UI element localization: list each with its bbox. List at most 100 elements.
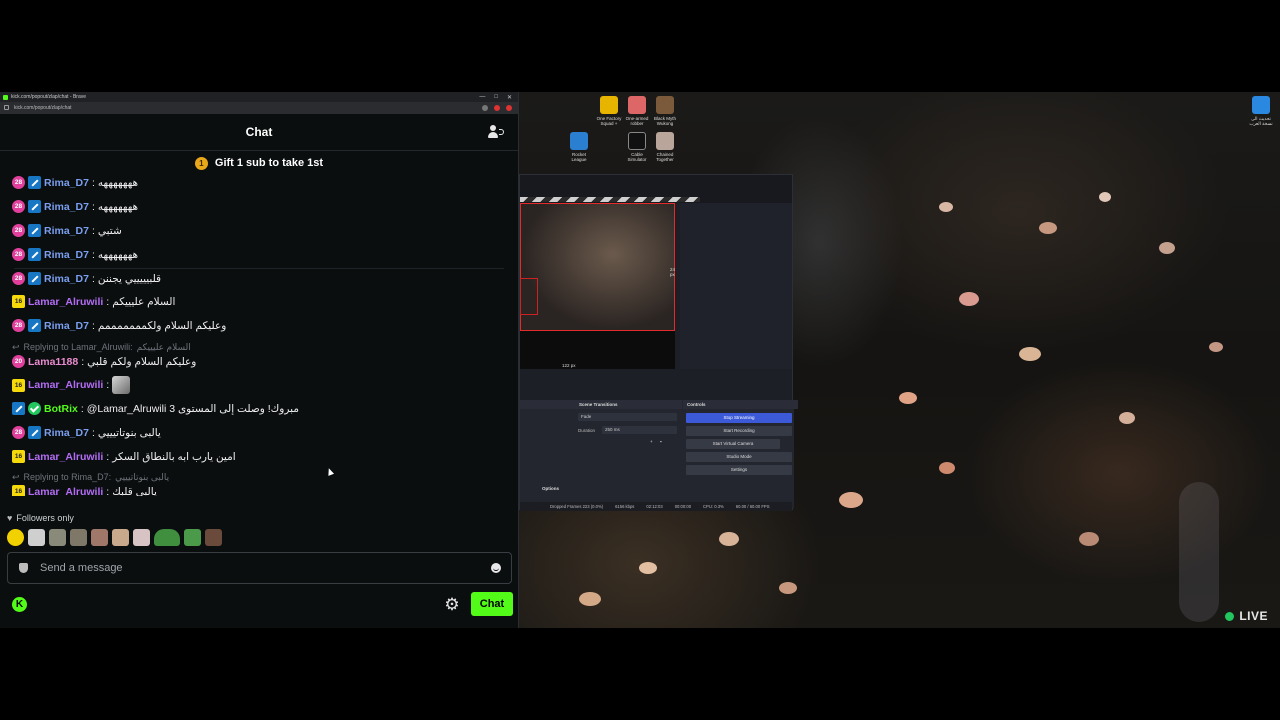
username[interactable]: Lamar_Alruwili bbox=[28, 296, 103, 308]
emote-icon[interactable] bbox=[205, 529, 222, 546]
reply-context[interactable]: ↩ Replying to Rima_D7: يالبى بنوتاتيييي bbox=[12, 472, 169, 483]
flower-decoration bbox=[1119, 412, 1135, 424]
emote-icon[interactable] bbox=[112, 529, 129, 546]
desktop-shortcut[interactable]: Rocket League bbox=[564, 132, 594, 162]
subscriber-badge-icon: 16 bbox=[12, 378, 25, 392]
stream-time: 02:12:03 bbox=[646, 504, 663, 509]
message-text: السلام عليييكم bbox=[112, 295, 176, 308]
emote-icon[interactable] bbox=[28, 529, 45, 546]
send-chat-button[interactable]: Chat bbox=[471, 592, 513, 616]
kick-logo-icon[interactable]: K bbox=[12, 597, 27, 612]
live-dot-icon bbox=[1225, 611, 1235, 621]
game-icon bbox=[656, 132, 674, 150]
maximize-button[interactable]: □ bbox=[494, 94, 498, 101]
reply-context[interactable]: ↩ Replying to Lamar_Alruwili: السلام علي… bbox=[12, 342, 191, 353]
gear-icon[interactable]: ⚙ bbox=[444, 596, 460, 613]
moderator-badge-icon bbox=[28, 200, 41, 213]
desktop-shortcut[interactable]: One Factory Squad + bbox=[594, 96, 624, 126]
message-input-box[interactable] bbox=[7, 552, 512, 584]
flower-decoration bbox=[1159, 242, 1175, 254]
chat-message-list[interactable]: 28 Rima_D7: هههههههه 28 Rima_D7: ههههههه… bbox=[0, 170, 514, 496]
separator: : bbox=[91, 272, 95, 285]
username[interactable]: Lama1188 bbox=[28, 356, 78, 368]
brave-shield-icon[interactable] bbox=[494, 105, 500, 111]
chat-message: 16 Lamar_Alruwili: يالبى قلبك bbox=[12, 485, 157, 496]
username[interactable]: Lamar_Alruwili bbox=[28, 486, 103, 497]
subscriber-badge-icon: 28 bbox=[12, 248, 25, 261]
emote-icon[interactable] bbox=[49, 529, 66, 546]
close-window-button[interactable]: ✕ bbox=[507, 94, 512, 101]
sources-header bbox=[520, 400, 576, 409]
separator: : bbox=[81, 355, 85, 368]
start-virtual-camera-button[interactable]: Start Virtual Camera bbox=[686, 439, 780, 449]
chat-message: 16 Lamar_Alruwili: bbox=[12, 376, 131, 394]
brave-rewards-icon[interactable] bbox=[506, 105, 512, 111]
minimize-button[interactable]: — bbox=[479, 94, 485, 101]
desktop-shortcut[interactable]: Black Myth Wukong bbox=[650, 96, 680, 126]
source-bounding-box bbox=[520, 278, 538, 315]
emote-icon[interactable] bbox=[133, 529, 150, 546]
options-button[interactable]: Options bbox=[542, 486, 559, 491]
username[interactable]: Rima_D7 bbox=[44, 201, 89, 213]
username[interactable]: Lamar_Alruwili bbox=[28, 451, 103, 463]
shortcut-label: Cable Simulator bbox=[627, 152, 647, 162]
add-transition-button[interactable]: + bbox=[650, 439, 653, 444]
emote-icon[interactable] bbox=[184, 529, 201, 546]
moderator-badge-icon bbox=[28, 224, 41, 237]
emote-icon[interactable] bbox=[70, 529, 87, 546]
chat-message: BotRix: @Lamar_Alruwili مبروك! وصلت إلى … bbox=[12, 402, 299, 415]
address-bar[interactable]: kick.com/popout/zlap/chat bbox=[0, 102, 518, 114]
duration-input[interactable]: 250 ms bbox=[602, 426, 677, 434]
username[interactable]: Rima_D7 bbox=[44, 249, 89, 261]
settings-button[interactable]: Settings bbox=[686, 465, 792, 475]
stop-streaming-button[interactable]: Stop Streaming bbox=[686, 413, 792, 423]
desktop-shortcut[interactable]: Chained Together bbox=[650, 132, 680, 162]
transition-select[interactable]: Fade bbox=[578, 413, 677, 421]
zoom-icon[interactable] bbox=[482, 105, 488, 111]
subscriber-badge-icon: 28 bbox=[12, 426, 25, 439]
username[interactable]: Rima_D7 bbox=[44, 320, 89, 332]
trash-icon[interactable]: ▪ bbox=[660, 439, 662, 444]
kick-favicon-icon bbox=[3, 94, 8, 100]
emote-icon[interactable] bbox=[91, 529, 108, 546]
window-titlebar: kick.com/popout/zlap/chat - Brave — □ ✕ bbox=[0, 92, 518, 102]
studio-mode-button[interactable]: Studio Mode bbox=[686, 452, 792, 462]
username[interactable]: Rima_D7 bbox=[44, 225, 89, 237]
username[interactable]: BotRix bbox=[44, 403, 78, 415]
bitrate: 6156 kbps bbox=[615, 504, 635, 509]
chat-message: 16 Lamar_Alruwili: امين يارب ابه بالنطاق… bbox=[12, 450, 236, 463]
flower-decoration bbox=[719, 532, 739, 546]
moderator-badge-icon bbox=[12, 402, 25, 415]
start-recording-button[interactable]: Start Recording bbox=[686, 426, 792, 436]
desktop-shortcut[interactable]: تحديث الى نسخة العرب bbox=[1246, 96, 1276, 126]
username[interactable]: Rima_D7 bbox=[44, 177, 89, 189]
message-text: هههههههه bbox=[97, 176, 139, 189]
message-input[interactable] bbox=[28, 561, 491, 575]
separator: : bbox=[106, 295, 110, 308]
user-list-icon[interactable] bbox=[488, 125, 504, 139]
username[interactable]: Rima_D7 bbox=[44, 427, 89, 439]
obs-window[interactable]: 24 px 122 px Scene Transitions Controls … bbox=[519, 174, 798, 511]
emote-icon[interactable] bbox=[7, 529, 24, 546]
chat-bottom-bar: K ⚙ Chat bbox=[0, 592, 518, 620]
moderator-badge-icon bbox=[28, 319, 41, 332]
separator: : bbox=[91, 319, 95, 332]
message-text: شتبي bbox=[97, 224, 122, 237]
desktop-shortcut[interactable]: Cable Simulator bbox=[622, 132, 652, 162]
desktop-shortcut[interactable]: One-armed robber bbox=[622, 96, 652, 126]
lock-icon bbox=[4, 105, 9, 110]
username[interactable]: Lamar_Alruwili bbox=[28, 379, 103, 391]
emote-icon[interactable] bbox=[154, 529, 180, 546]
separator: : bbox=[106, 485, 110, 497]
subscriber-badge-icon: 16 bbox=[12, 450, 25, 463]
emoji-picker-icon[interactable] bbox=[491, 563, 501, 573]
username[interactable]: Rima_D7 bbox=[44, 273, 89, 285]
message-text: وعليكم السلام ولكم قلبي bbox=[87, 355, 197, 368]
obs-preview[interactable]: 24 px 122 px bbox=[520, 203, 675, 369]
message-text: يالبى بنوتاتيييي bbox=[97, 426, 161, 439]
emote-icon[interactable] bbox=[112, 376, 131, 394]
flower-decoration bbox=[1079, 532, 1099, 546]
quick-emote-bar bbox=[7, 529, 222, 546]
reply-quote: السلام عليييكم bbox=[136, 342, 191, 352]
separator: : bbox=[91, 248, 95, 261]
